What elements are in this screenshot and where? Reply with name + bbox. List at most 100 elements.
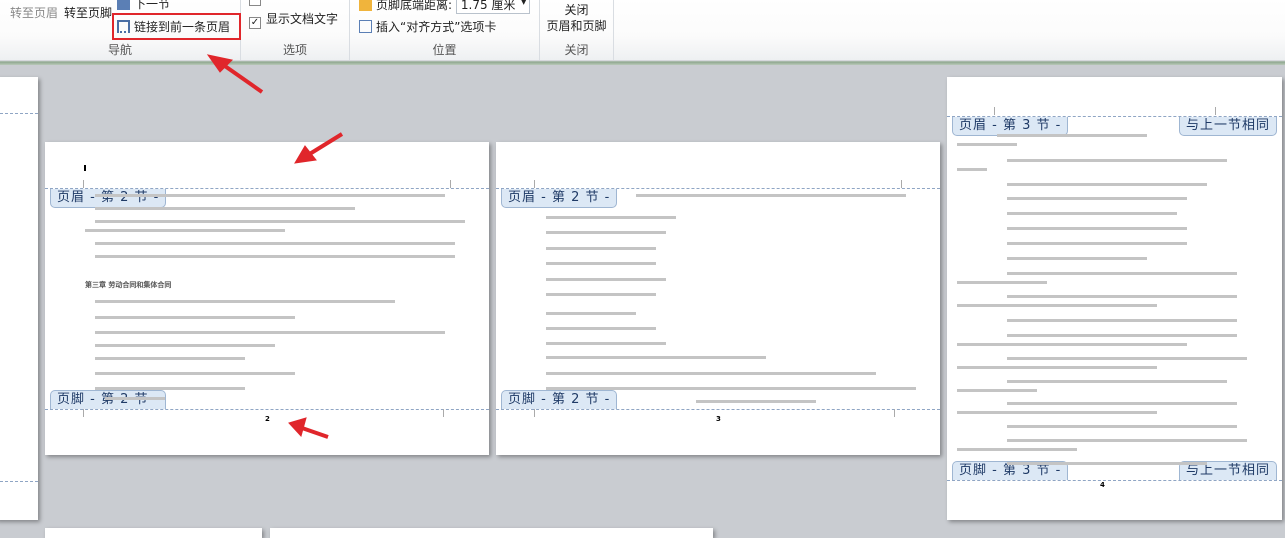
- body-text-line: [95, 316, 295, 319]
- footer-distance-label: 页脚底端距离:: [376, 0, 453, 12]
- close-header-footer-button[interactable]: 关闭 页眉和页脚: [540, 2, 613, 34]
- checkbox-checked-icon: ✓: [249, 17, 261, 29]
- page-2: 页眉 - 第 2 节 - 第三章 劳动合同和集体合同 页脚 - 第 2 节 - …: [45, 142, 489, 455]
- page-number: 4: [1100, 481, 1105, 489]
- options-group-label: 选项: [282, 43, 307, 57]
- page-partial-left: [0, 77, 38, 520]
- chapter-heading: 第三章 劳动合同和集体合同: [85, 281, 172, 289]
- chevron-down-icon: ▼: [521, 0, 527, 6]
- navigation-group-label: 导航: [107, 43, 132, 57]
- body-text-line: [957, 448, 1077, 451]
- position-group-label: 位置: [432, 43, 457, 57]
- ribbon: 转至页眉 转至页脚 下一节 链接到前一条页眉 导航 ✓ 显示文档文字 选项 页脚底…: [0, 0, 1285, 60]
- body-text-line: [1007, 212, 1177, 215]
- body-text-line: [546, 247, 656, 250]
- footer-distance-icon: [359, 0, 372, 11]
- show-document-text-checkbox[interactable]: ✓ 显示文档文字: [249, 10, 338, 29]
- footer-boundary: [947, 480, 1282, 481]
- navigation-group: 转至页眉 转至页脚 下一节 链接到前一条页眉 导航: [0, 0, 241, 60]
- footer-boundary: [45, 409, 489, 410]
- arrow-to-link-button: [220, 62, 264, 94]
- body-text-line: [95, 194, 445, 197]
- body-text-line: [636, 194, 906, 197]
- insert-alignment-tab-label: 插入“对齐方式”选项卡: [376, 20, 497, 34]
- body-text-line: [546, 231, 666, 234]
- body-text-line: [95, 220, 465, 223]
- next-section-button[interactable]: 下一节: [117, 0, 170, 12]
- header-tab[interactable]: 页眉 - 第 2 节 -: [50, 189, 167, 208]
- body-text-line: [95, 387, 245, 390]
- body-text-line: [1007, 257, 1147, 260]
- body-text-line: [1007, 319, 1237, 322]
- footer-boundary: [496, 409, 940, 410]
- page-partial-bottom-2: [270, 528, 713, 538]
- goto-header-button[interactable]: 转至页眉: [10, 4, 58, 21]
- body-text-line: [95, 372, 295, 375]
- body-text-line: [95, 344, 275, 347]
- next-section-icon: [117, 0, 130, 10]
- highlight-box: [112, 13, 241, 40]
- show-document-text-label: 显示文档文字: [266, 12, 339, 26]
- body-text-line: [546, 372, 876, 375]
- position-group: 页脚底端距离: 1.75 厘米 ▼ 插入“对齐方式”选项卡 位置: [350, 0, 540, 60]
- body-text-line: [1007, 402, 1237, 405]
- goto-footer-button[interactable]: 转至页脚: [64, 4, 112, 21]
- body-text-line: [95, 300, 395, 303]
- page-number: 2: [265, 415, 270, 423]
- body-text-line: [546, 262, 656, 265]
- body-text-line: [1007, 183, 1207, 186]
- body-text-line: [1007, 334, 1237, 337]
- page-partial-bottom-1: [45, 528, 262, 538]
- body-text-line: [546, 216, 676, 219]
- insert-alignment-tab-button[interactable]: 插入“对齐方式”选项卡: [359, 18, 496, 35]
- body-text-line: [957, 143, 1017, 146]
- body-text-line: [95, 357, 245, 360]
- close-group: 关闭 页眉和页脚 关闭: [540, 0, 614, 60]
- body-text-line: [546, 293, 656, 296]
- body-text-line: [546, 342, 666, 345]
- body-text-line: [1007, 380, 1227, 383]
- body-text-line: [957, 366, 1157, 369]
- options-group: ✓ 显示文档文字 选项: [241, 0, 350, 60]
- body-text-line: [1007, 425, 1237, 428]
- body-text-line: [95, 255, 455, 258]
- footer-distance-input[interactable]: 1.75 厘米 ▼: [455, 0, 531, 14]
- body-text-line: [1007, 295, 1237, 298]
- body-text-line: [1007, 462, 1207, 465]
- body-text-line: [105, 397, 165, 400]
- body-text-line: [957, 304, 1157, 307]
- body-text-line: [957, 168, 987, 171]
- body-text-line: [957, 281, 1047, 284]
- header-tab[interactable]: 页眉 - 第 2 节 -: [501, 189, 618, 208]
- footer-tab[interactable]: 页脚 - 第 2 节 -: [501, 390, 618, 409]
- footer-distance-field: 页脚底端距离: 1.75 厘米 ▼: [359, 0, 531, 14]
- body-text-line: [546, 356, 766, 359]
- body-text-line: [95, 242, 455, 245]
- body-text-line: [1007, 159, 1227, 162]
- next-section-label: 下一节: [134, 0, 171, 11]
- page-4: 页眉 - 第 3 节 - 与上一节相同 页脚 - 第 3 节 - 与上一节相同 …: [947, 77, 1282, 520]
- text-cursor: [84, 165, 86, 171]
- body-text-line: [957, 389, 1037, 392]
- page-3: 页眉 - 第 2 节 - 页脚 - 第 2 节 - 3: [496, 142, 940, 455]
- close-group-label: 关闭: [564, 43, 589, 57]
- body-text-line: [1007, 197, 1187, 200]
- body-text-line: [85, 229, 285, 232]
- same-as-previous-tab: 与上一节相同: [1178, 117, 1277, 136]
- body-text-line: [1007, 272, 1237, 275]
- ribbon-border: [0, 60, 1285, 65]
- body-text-line: [95, 207, 355, 210]
- body-text-line: [957, 343, 1187, 346]
- body-text-line: [546, 278, 666, 281]
- body-text-line: [696, 400, 816, 403]
- body-text-line: [546, 387, 916, 390]
- body-text-line: [546, 327, 656, 330]
- body-text-line: [1007, 439, 1247, 442]
- body-text-line: [997, 134, 1147, 137]
- body-text-line: [95, 331, 445, 334]
- body-text-line: [1007, 357, 1247, 360]
- body-text-line: [957, 411, 1157, 414]
- body-text-line: [546, 312, 636, 315]
- page-number: 3: [716, 415, 721, 423]
- option-checkbox-hidden[interactable]: [249, 0, 266, 7]
